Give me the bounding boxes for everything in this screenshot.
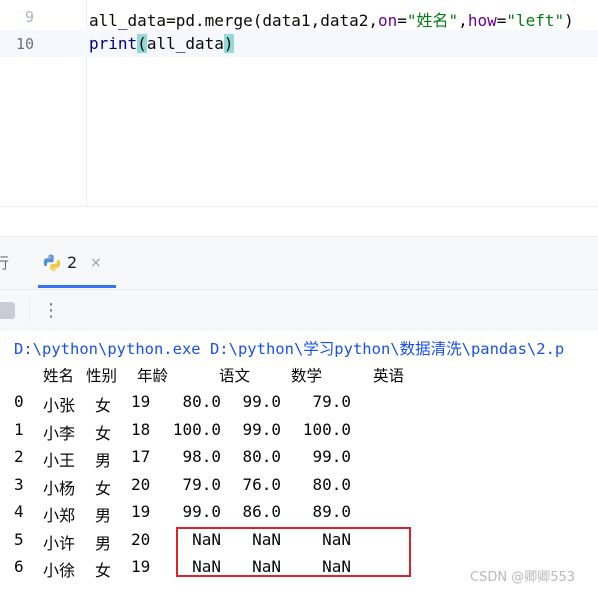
stop-icon[interactable]: [0, 302, 15, 319]
close-icon[interactable]: ×: [90, 255, 102, 271]
cell-index: 6: [14, 557, 24, 576]
code-line-10[interactable]: 10 print(all_data): [0, 30, 598, 57]
column-header: 英语: [373, 367, 405, 385]
cell-name: 小王: [43, 451, 76, 470]
cell-age: 19: [131, 392, 151, 411]
tab-partial-label[interactable]: 行: [0, 252, 9, 273]
toolbar-divider: [29, 298, 30, 324]
watermark: CSDN @卿卿553: [470, 570, 576, 585]
cell-english: 100.0: [302, 419, 351, 439]
cell-index: 5: [14, 529, 24, 549]
cell-math: 86.0: [242, 502, 281, 521]
editor-status-strip: [0, 206, 598, 237]
more-options-icon[interactable]: ⋮: [42, 300, 60, 321]
cell-english: 99.0: [312, 447, 351, 466]
cell-name: 小张: [43, 396, 76, 415]
tab-run-2[interactable]: 2 ×: [38, 249, 116, 289]
cell-gender: 女: [95, 396, 112, 415]
line-number: 10: [15, 35, 34, 53]
column-header: 姓名: [43, 367, 75, 385]
cell-chinese: 79.0: [182, 474, 221, 494]
cell-gender: 男: [95, 533, 112, 553]
column-header: 数学: [291, 367, 323, 385]
code-line-9[interactable]: 9 all_data=pd.merge(data1,data2,on="姓名",…: [0, 3, 598, 30]
code-text[interactable]: print(all_data): [89, 34, 234, 53]
run-toolbar: ⋮: [0, 289, 598, 332]
nan-highlight-box: [176, 527, 411, 577]
cell-index: 1: [14, 419, 24, 439]
cell-age: 19: [131, 502, 151, 521]
tab-label: 2: [67, 253, 78, 272]
cell-gender: 男: [95, 451, 112, 470]
column-header: 语文: [219, 367, 251, 385]
cell-gender: 女: [95, 478, 112, 498]
cell-age: 17: [131, 447, 151, 466]
cell-english: 79.0: [312, 392, 351, 411]
column-header: 年龄: [137, 367, 169, 385]
cell-gender: 女: [95, 561, 112, 580]
cell-age: 20: [131, 529, 151, 549]
cell-name: 小杨: [43, 478, 76, 498]
cell-name: 小郑: [43, 506, 76, 525]
cell-math: 99.0: [242, 419, 281, 439]
code-editor[interactable]: 9 all_data=pd.merge(data1,data2,on="姓名",…: [0, 0, 598, 206]
cell-english: 89.0: [312, 502, 351, 521]
code-text[interactable]: all_data=pd.merge(data1,data2,on="姓名",ho…: [89, 7, 574, 31]
cell-age: 19: [131, 557, 151, 576]
cell-gender: 女: [95, 423, 112, 443]
cell-chinese: 98.0: [182, 447, 221, 466]
cell-math: 99.0: [242, 392, 281, 411]
cell-index: 0: [14, 392, 24, 411]
cell-name: 小徐: [43, 561, 76, 580]
active-tab-indicator: [38, 285, 116, 288]
cell-index: 4: [14, 502, 24, 521]
cell-age: 18: [131, 419, 151, 439]
cell-chinese: 100.0: [172, 419, 221, 439]
cell-name: 小许: [43, 533, 76, 553]
run-tab-bar: 行 2 ×: [0, 237, 598, 289]
cell-gender: 男: [95, 506, 112, 525]
cell-index: 3: [14, 474, 24, 494]
cell-name: 小李: [43, 423, 76, 443]
line-number: 9: [24, 8, 34, 26]
cell-math: 76.0: [242, 474, 281, 494]
cell-english: 80.0: [312, 474, 351, 494]
column-header: 性别: [86, 367, 118, 385]
command-line[interactable]: D:\python\python.exe D:\python\学习python\…: [14, 337, 564, 359]
cell-math: 80.0: [242, 447, 281, 466]
cell-index: 2: [14, 447, 24, 466]
cell-age: 20: [131, 474, 151, 494]
cell-chinese: 80.0: [182, 392, 221, 411]
cell-chinese: 99.0: [182, 502, 221, 521]
python-icon: [42, 253, 62, 273]
